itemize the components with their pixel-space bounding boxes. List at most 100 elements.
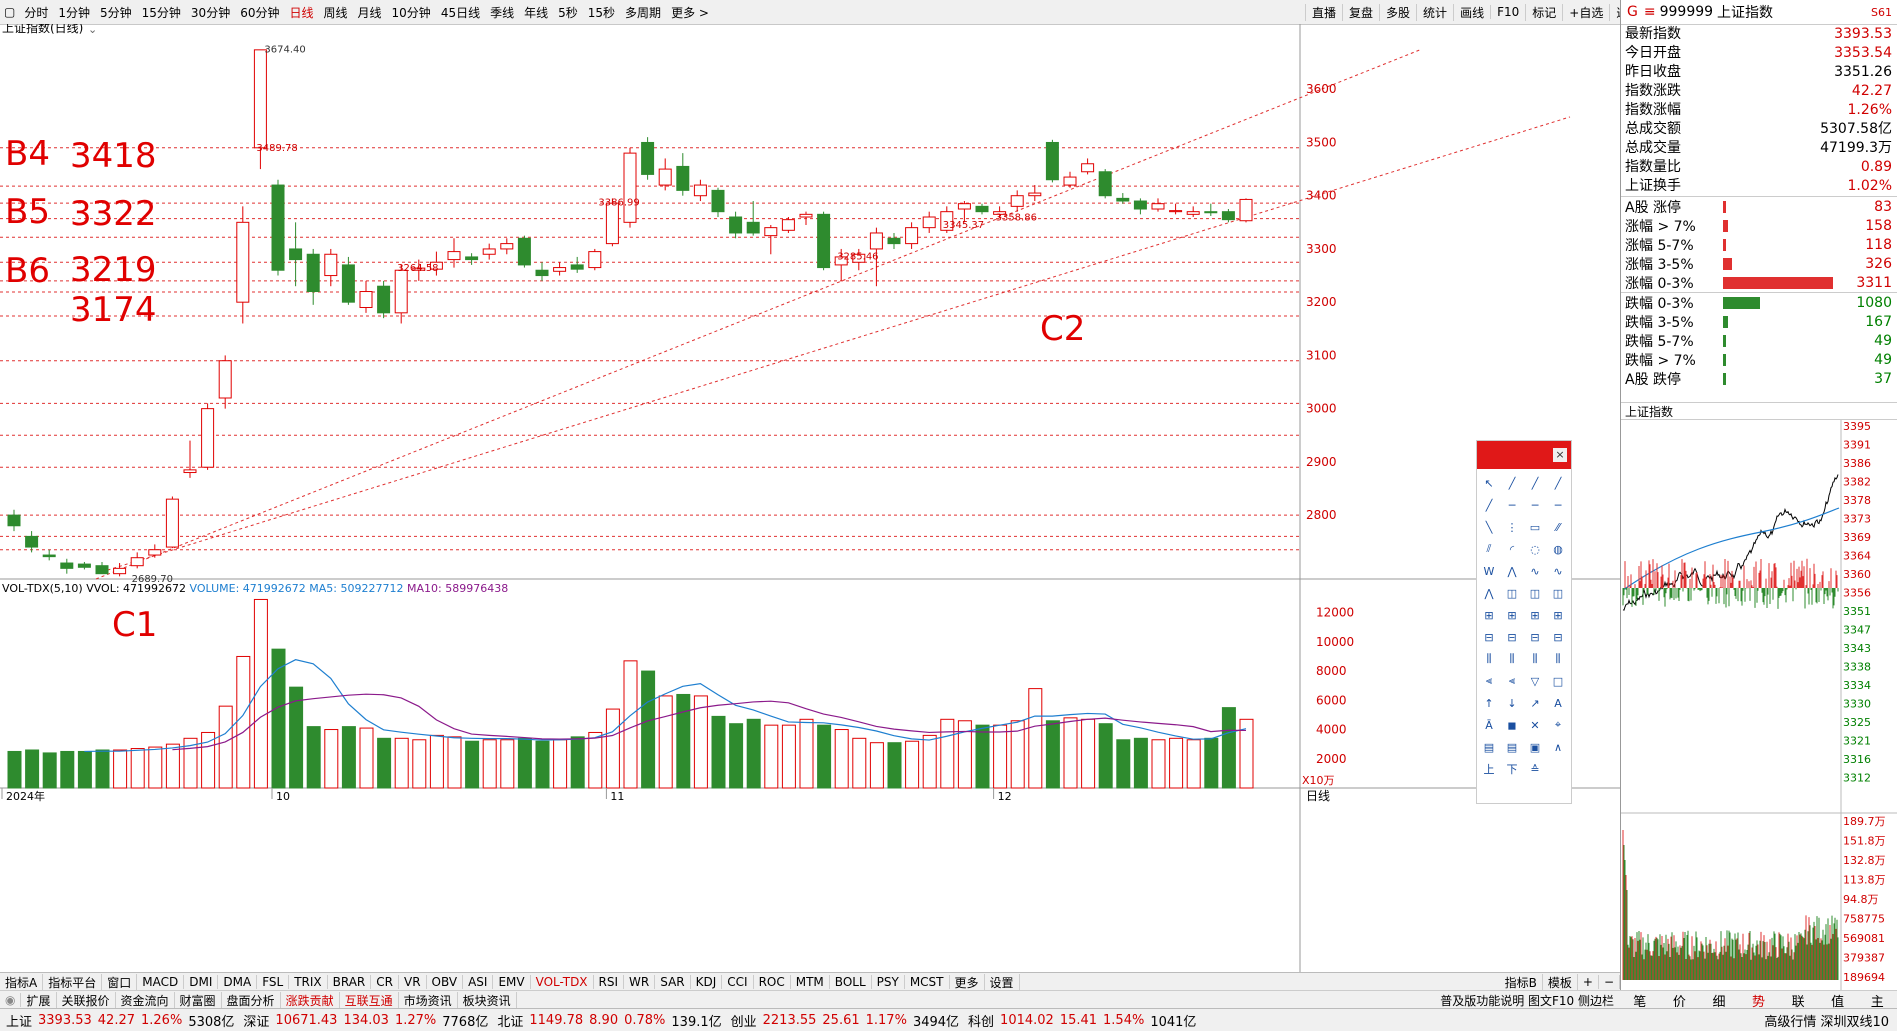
- period-3[interactable]: 15分钟: [137, 4, 186, 21]
- candle[interactable]: [236, 206, 250, 324]
- top-right-btn-4[interactable]: 画线: [1453, 3, 1490, 21]
- indicator-tab-2[interactable]: 窗口: [102, 973, 138, 991]
- arc-icon[interactable]: ◜: [1502, 539, 1522, 559]
- volume-bar[interactable]: [165, 743, 180, 789]
- text-icon[interactable]: A: [1548, 693, 1568, 713]
- down-arrow-icon[interactable]: ↓: [1502, 693, 1522, 713]
- mountain-icon[interactable]: ⋀: [1479, 583, 1499, 603]
- sub-tab-8[interactable]: 板块资讯: [458, 991, 517, 1009]
- volume-bar[interactable]: [693, 695, 708, 789]
- side-tab-1[interactable]: 价: [1660, 991, 1700, 1010]
- candle[interactable]: [271, 179, 285, 276]
- period-4[interactable]: 30分钟: [186, 4, 235, 21]
- kline-chart[interactable]: 上证指数(日线) ⌄3674.402689.703489.783386.99326…: [0, 20, 1620, 972]
- candle[interactable]: [201, 403, 215, 470]
- volume-bar[interactable]: [905, 740, 920, 789]
- indicator-tab-25[interactable]: 更多: [950, 973, 985, 991]
- candle[interactable]: [1204, 203, 1218, 216]
- period-10[interactable]: 45日线: [436, 4, 485, 21]
- candle[interactable]: [183, 440, 197, 478]
- indicator-right-0[interactable]: 指标B: [1500, 973, 1543, 991]
- volume-bar[interactable]: [658, 695, 673, 789]
- sub-tab-4[interactable]: 盘面分析: [222, 991, 281, 1009]
- volume-bar[interactable]: [201, 731, 216, 789]
- line-icon[interactable]: ╱: [1502, 473, 1522, 493]
- volume-bar[interactable]: [271, 648, 286, 789]
- close-icon[interactable]: ×: [1553, 448, 1567, 462]
- volume-bar[interactable]: [412, 739, 427, 789]
- volume-bar[interactable]: [341, 726, 356, 789]
- indicator-tab-26[interactable]: 设置: [985, 973, 1020, 991]
- channel-icon[interactable]: ⫽: [1479, 539, 1499, 559]
- candle[interactable]: [500, 238, 514, 255]
- indicator-tab-1[interactable]: 指标平台: [43, 973, 103, 991]
- band-c-icon[interactable]: ⊟: [1525, 627, 1545, 647]
- cursor-icon[interactable]: ↖: [1479, 473, 1499, 493]
- candle[interactable]: [729, 211, 743, 239]
- period-14[interactable]: 15秒: [583, 4, 620, 21]
- band-d-icon[interactable]: ⊟: [1548, 627, 1568, 647]
- indicator-right-1[interactable]: 模板: [1543, 973, 1578, 991]
- angle-arrow-icon[interactable]: ↗: [1525, 693, 1545, 713]
- candle[interactable]: [570, 256, 584, 273]
- parallel-icon[interactable]: ╱: [1479, 495, 1499, 515]
- indicator-tab-18[interactable]: KDJ: [691, 975, 723, 989]
- volume-bar[interactable]: [218, 705, 233, 789]
- sub-tab-2[interactable]: 资金流向: [116, 991, 175, 1009]
- buy-mark-icon[interactable]: 上: [1479, 759, 1499, 779]
- fib-icon[interactable]: ⁄⁄: [1548, 517, 1568, 537]
- volume-bar[interactable]: [148, 746, 163, 789]
- flat-mark-icon[interactable]: ≙: [1525, 759, 1545, 779]
- candle[interactable]: [1169, 203, 1183, 215]
- volume-bar[interactable]: [394, 737, 409, 789]
- candle[interactable]: [306, 248, 320, 305]
- indicator-tab-19[interactable]: CCI: [722, 975, 754, 989]
- indicator-tab-7[interactable]: TRIX: [289, 975, 328, 989]
- triangle-icon[interactable]: ▽: [1525, 671, 1545, 691]
- candle[interactable]: [1045, 139, 1059, 183]
- volume-bar[interactable]: [869, 742, 884, 789]
- volume-bar[interactable]: [236, 655, 251, 789]
- sell-mark-icon[interactable]: 下: [1502, 759, 1522, 779]
- volume-bar[interactable]: [1186, 739, 1201, 789]
- wave-icon[interactable]: W: [1479, 561, 1499, 581]
- diag-icon[interactable]: ╲: [1479, 517, 1499, 537]
- indicator-tab-24[interactable]: MCST: [905, 975, 950, 989]
- candle[interactable]: [781, 217, 795, 233]
- plus-icon[interactable]: +: [1578, 975, 1599, 989]
- volume-bar[interactable]: [834, 729, 849, 789]
- note-a-icon[interactable]: ▤: [1479, 737, 1499, 757]
- status-name[interactable]: 科创: [962, 1011, 997, 1030]
- volume-bar[interactable]: [975, 724, 990, 789]
- volume-bar[interactable]: [500, 739, 515, 789]
- period-8[interactable]: 月线: [353, 4, 387, 21]
- side-tab-5[interactable]: 值: [1818, 991, 1858, 1010]
- indicator-tab-4[interactable]: DMI: [184, 975, 219, 989]
- indicator-tab-16[interactable]: WR: [624, 975, 656, 989]
- mini-chart-svg[interactable]: 3395 3391 3386 3382 3378 3373 3369 3364 3360 3356…: [1621, 420, 1897, 990]
- sub-tab-1[interactable]: 关联报价: [57, 991, 116, 1009]
- volume-bar[interactable]: [306, 726, 321, 789]
- indicator-tab-3[interactable]: MACD: [137, 975, 185, 989]
- grid-a-icon[interactable]: ⊞: [1479, 605, 1499, 625]
- indicator-tab-21[interactable]: MTM: [791, 975, 830, 989]
- indicator-tab-5[interactable]: DMA: [218, 975, 258, 989]
- candle[interactable]: [1063, 171, 1077, 188]
- volume-bar[interactable]: [570, 736, 585, 789]
- volume-bar[interactable]: [25, 749, 40, 789]
- candle[interactable]: [1010, 190, 1024, 212]
- sub-right-links[interactable]: 普及版功能说明 图文F10 侧边栏: [1440, 992, 1620, 1009]
- candle[interactable]: [113, 563, 127, 577]
- volume-bar[interactable]: [1204, 737, 1219, 789]
- grid-d-icon[interactable]: ⊞: [1548, 605, 1568, 625]
- volume-bar[interactable]: [764, 724, 779, 789]
- rect-icon[interactable]: ▭: [1525, 517, 1545, 537]
- top-right-btn-0[interactable]: 直播: [1305, 3, 1342, 21]
- candle[interactable]: [1081, 158, 1095, 175]
- candle[interactable]: [1133, 198, 1147, 215]
- caret-icon[interactable]: ∧: [1548, 737, 1568, 757]
- circle-icon[interactable]: ◌: [1525, 539, 1545, 559]
- delete-icon[interactable]: ✕: [1525, 715, 1545, 735]
- volume-bar[interactable]: [993, 724, 1008, 789]
- top-right-btn-7[interactable]: +自选: [1562, 3, 1609, 21]
